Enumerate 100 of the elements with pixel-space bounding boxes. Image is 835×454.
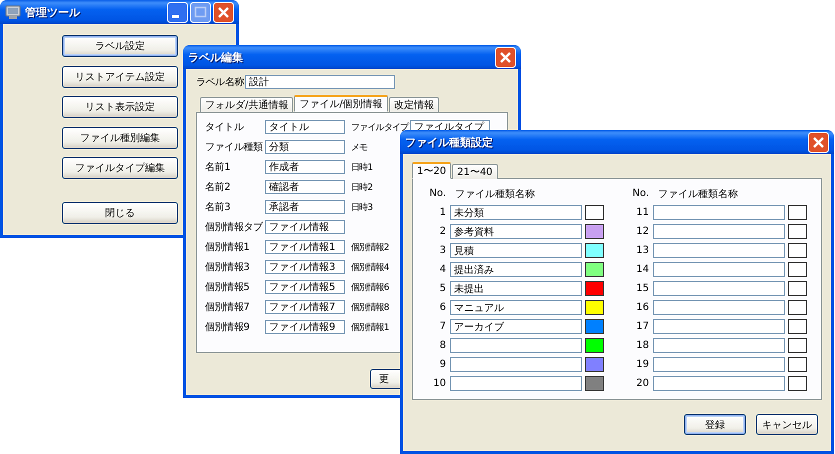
dialog-button[interactable]: キャンセル bbox=[756, 414, 818, 435]
command-button[interactable]: ファイル種別編集 bbox=[62, 126, 178, 148]
text-field[interactable]: タイトル bbox=[265, 120, 345, 134]
text-field[interactable] bbox=[653, 243, 785, 258]
color-swatch[interactable] bbox=[788, 338, 807, 353]
color-swatch[interactable] bbox=[585, 281, 604, 296]
tab[interactable]: 1〜20 bbox=[412, 162, 452, 179]
row-number: 14 bbox=[635, 264, 649, 275]
text-field[interactable]: 作成者 bbox=[265, 160, 345, 174]
color-swatch[interactable] bbox=[788, 262, 807, 277]
text-field[interactable] bbox=[450, 357, 582, 372]
tab[interactable]: 改定情報 bbox=[388, 97, 439, 112]
field-label: 名前2 bbox=[205, 181, 232, 194]
text-field[interactable]: 参考資料 bbox=[450, 224, 582, 239]
row-number: 1 bbox=[438, 207, 446, 218]
row-number: 12 bbox=[635, 226, 649, 237]
color-swatch[interactable] bbox=[788, 243, 807, 258]
close-button[interactable] bbox=[808, 132, 829, 152]
text-field[interactable]: 未提出 bbox=[450, 281, 582, 296]
field-label: 個別情報1 bbox=[205, 240, 250, 254]
color-swatch[interactable] bbox=[585, 205, 604, 220]
column-header: No. bbox=[428, 188, 446, 199]
color-swatch[interactable] bbox=[585, 224, 604, 239]
text-field[interactable] bbox=[653, 357, 785, 372]
text-field[interactable]: ファイル情報1 bbox=[265, 240, 345, 254]
text-field[interactable] bbox=[653, 319, 785, 334]
text-field[interactable] bbox=[653, 300, 785, 315]
text-field[interactable] bbox=[653, 262, 785, 277]
row-number: 15 bbox=[635, 283, 649, 294]
text-field[interactable] bbox=[450, 338, 582, 353]
color-swatch[interactable] bbox=[585, 300, 604, 315]
row-number: 10 bbox=[432, 378, 446, 389]
field-label: メモ bbox=[351, 142, 368, 154]
color-swatch[interactable] bbox=[585, 262, 604, 277]
color-swatch[interactable] bbox=[788, 281, 807, 296]
row-number: 18 bbox=[635, 340, 649, 351]
command-button[interactable]: ファイルタイプ編集 bbox=[62, 157, 178, 179]
command-button[interactable]: リストアイテム設定 bbox=[62, 66, 178, 88]
row-number: 5 bbox=[438, 283, 446, 294]
tab[interactable]: フォルダ/共通情報 bbox=[200, 97, 294, 112]
text-field[interactable] bbox=[653, 338, 785, 353]
command-button[interactable]: ラベル設定 bbox=[62, 35, 178, 57]
text-field[interactable] bbox=[653, 224, 785, 239]
text-field[interactable]: アーカイブ bbox=[450, 319, 582, 334]
text-field[interactable] bbox=[653, 281, 785, 296]
text-field[interactable] bbox=[653, 376, 785, 391]
text-field[interactable] bbox=[450, 376, 582, 391]
color-swatch[interactable] bbox=[585, 357, 604, 372]
color-swatch[interactable] bbox=[788, 376, 807, 391]
text-field[interactable]: ファイル情報7 bbox=[265, 300, 345, 314]
text-field[interactable] bbox=[653, 205, 785, 220]
text-field[interactable]: 分類 bbox=[265, 140, 345, 154]
color-swatch[interactable] bbox=[585, 376, 604, 391]
column-header: ファイル種類名称 bbox=[657, 188, 739, 200]
text-field[interactable]: 見積 bbox=[450, 243, 582, 258]
color-swatch[interactable] bbox=[788, 319, 807, 334]
maximize-button[interactable] bbox=[190, 2, 211, 22]
color-swatch[interactable] bbox=[585, 338, 604, 353]
field-label: 名前1 bbox=[205, 161, 232, 174]
field-label: 日時2 bbox=[351, 182, 374, 194]
color-swatch[interactable] bbox=[788, 205, 807, 220]
row-number: 2 bbox=[438, 226, 446, 237]
field-label: 個別情報タブ bbox=[205, 220, 264, 234]
row-number: 7 bbox=[438, 321, 446, 332]
command-button[interactable]: 閉じる bbox=[62, 202, 178, 224]
column-header: No. bbox=[631, 188, 649, 199]
field-label: 個別情報7 bbox=[205, 300, 250, 314]
field-label: 名前3 bbox=[205, 201, 232, 214]
field-label: 個別情報5 bbox=[205, 280, 250, 294]
close-button[interactable] bbox=[495, 46, 516, 68]
tab[interactable]: 21〜40 bbox=[452, 164, 498, 179]
color-swatch[interactable] bbox=[585, 319, 604, 334]
text-field[interactable]: 設計 bbox=[245, 75, 395, 89]
close-button[interactable] bbox=[213, 2, 234, 22]
color-swatch[interactable] bbox=[788, 224, 807, 239]
text-field[interactable]: 提出済み bbox=[450, 262, 582, 277]
text-field[interactable]: 未分類 bbox=[450, 205, 582, 220]
tab[interactable]: ファイル/個別情報 bbox=[294, 95, 388, 112]
text-field[interactable]: ファイル情報3 bbox=[265, 260, 345, 274]
text-field[interactable]: ファイル情報5 bbox=[265, 280, 345, 294]
field-label: 日時1 bbox=[351, 162, 374, 174]
text-field[interactable]: マニュアル bbox=[450, 300, 582, 315]
app-icon bbox=[5, 4, 21, 20]
text-field[interactable]: 承認者 bbox=[265, 200, 345, 214]
field-label: ラベル名称 bbox=[196, 76, 245, 89]
color-swatch[interactable] bbox=[788, 300, 807, 315]
field-label: ファイル種類 bbox=[205, 140, 264, 154]
command-button[interactable]: リスト表示設定 bbox=[62, 96, 178, 118]
color-swatch[interactable] bbox=[585, 243, 604, 258]
field-label: タイトル bbox=[205, 121, 245, 134]
color-swatch[interactable] bbox=[788, 357, 807, 372]
minimize-button[interactable] bbox=[167, 2, 188, 22]
text-field[interactable]: 確認者 bbox=[265, 180, 345, 194]
text-field[interactable]: ファイル情報 bbox=[265, 220, 345, 234]
row-number: 19 bbox=[635, 359, 649, 370]
row-number: 16 bbox=[635, 302, 649, 313]
row-number: 9 bbox=[438, 359, 446, 370]
dialog-button[interactable]: 登録 bbox=[684, 414, 746, 435]
field-label: ファイルタイプ bbox=[351, 121, 410, 134]
text-field[interactable]: ファイル情報9 bbox=[265, 320, 345, 334]
